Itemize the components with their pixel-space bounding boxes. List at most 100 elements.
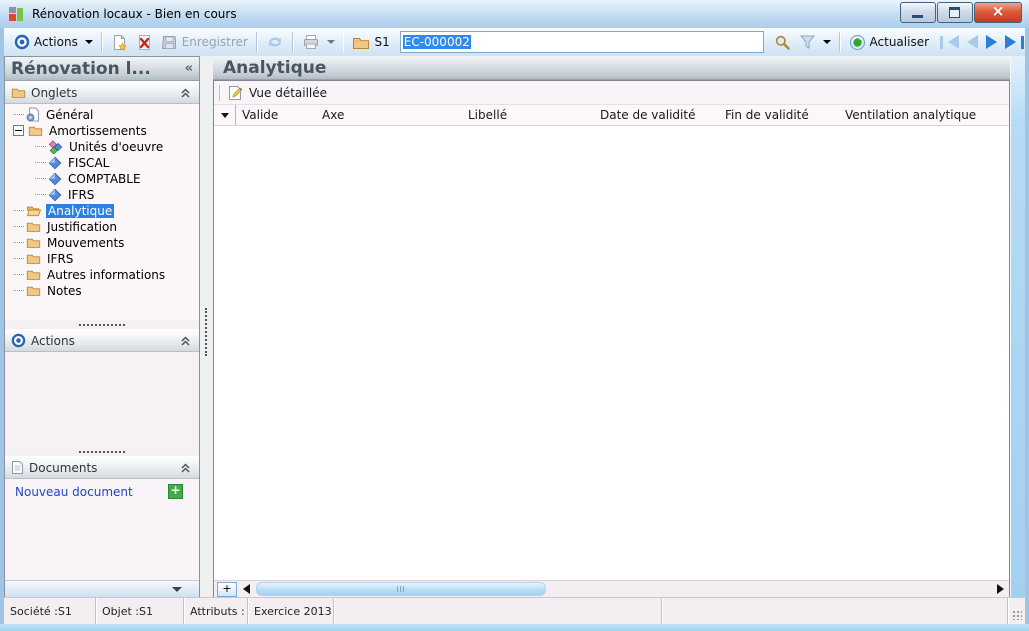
folder-icon: [28, 124, 43, 137]
collapse-section-icon[interactable]: [179, 461, 192, 474]
window-border: [1025, 28, 1029, 631]
actualiser-label: Actualiser: [869, 35, 930, 49]
window-border: [0, 624, 1029, 631]
panel-splitter[interactable]: [5, 319, 199, 330]
left-panel-header: Rénovation l...: [5, 57, 199, 82]
section-header-actions[interactable]: Actions: [5, 329, 199, 352]
scrollbar-thumb[interactable]: [256, 582, 546, 596]
previous-record-button[interactable]: [963, 35, 982, 49]
delete-record-button[interactable]: [132, 32, 157, 53]
column-header-axe[interactable]: Axe: [316, 105, 462, 125]
add-document-button[interactable]: [168, 484, 183, 500]
tree-guide: [35, 161, 46, 164]
tree-item-label: Autres informations: [47, 267, 166, 282]
window-border: [0, 28, 4, 631]
tree-item-fiscal[interactable]: FISCAL: [5, 155, 199, 171]
folder-open-icon: [26, 204, 42, 217]
column-header-ventilation-analytique[interactable]: Ventilation analytique: [839, 105, 1009, 125]
page-title: Analytique: [223, 57, 327, 78]
column-header-date-de-validit-[interactable]: Date de validité: [594, 105, 719, 125]
add-row-button[interactable]: [217, 581, 237, 597]
separator: [342, 32, 345, 52]
scroll-left-button[interactable]: [243, 584, 250, 594]
tree-item-unit-s-d-oeuvre[interactable]: Unités d'oeuvre: [5, 139, 199, 155]
separator: [100, 32, 103, 52]
diamond-icon: [48, 156, 62, 170]
panel-overflow-bar[interactable]: [5, 580, 199, 597]
tree-item-comptable[interactable]: COMPTABLE: [5, 171, 199, 187]
scroll-right-button[interactable]: [997, 584, 1004, 594]
tree-item-label: Général: [46, 107, 94, 122]
collapse-panel-icon[interactable]: [185, 61, 193, 76]
dossier-button[interactable]: S1: [348, 33, 393, 52]
next-record-button[interactable]: [982, 35, 1001, 49]
column-chooser-button[interactable]: [214, 105, 236, 125]
dossier-label: S1: [374, 35, 390, 49]
vertical-splitter[interactable]: [200, 56, 213, 598]
separator: [838, 32, 841, 52]
new-record-button[interactable]: [107, 32, 132, 53]
section-header-documents[interactable]: Documents: [5, 456, 199, 479]
tree-guide: [35, 177, 46, 180]
section-label-documents: Documents: [29, 460, 98, 475]
print-button[interactable]: [298, 32, 339, 52]
collapse-node-icon[interactable]: [13, 125, 24, 137]
close-button[interactable]: [974, 2, 1022, 23]
column-header-libell-[interactable]: Libellé: [462, 105, 594, 125]
new-document-icon: [111, 34, 128, 51]
detail-view-button[interactable]: Vue détaillée: [249, 86, 327, 100]
tree-item-label: Mouvements: [47, 235, 125, 250]
collapse-section-icon[interactable]: [179, 334, 192, 347]
actualiser-button[interactable]: Actualiser: [845, 32, 934, 53]
delete-icon: [136, 34, 153, 51]
vertical-scrollbar[interactable]: [1010, 56, 1025, 598]
tree-item-label: Unités d'oeuvre: [69, 139, 164, 154]
last-record-button[interactable]: [1001, 35, 1025, 49]
tree-item-label: Analytique: [46, 203, 115, 218]
actions-menu-button[interactable]: Actions: [10, 32, 97, 52]
search-button[interactable]: [770, 32, 795, 53]
tree-item-mouvements[interactable]: Mouvements: [5, 235, 199, 251]
filter-funnel-icon: [799, 34, 816, 50]
tree-item-justification[interactable]: Justification: [5, 219, 199, 235]
separator: [255, 32, 258, 52]
folder-icon: [26, 284, 41, 297]
app-window: Rénovation locaux - Bien en cours Action…: [0, 0, 1029, 631]
tree-item-label: IFRS: [47, 251, 74, 266]
tree-item-amortissements[interactable]: Amortissements: [5, 123, 199, 139]
tree-item-g-n-ral[interactable]: Général: [5, 107, 199, 123]
diamonds-icon: [48, 140, 63, 154]
collapse-section-icon[interactable]: [179, 86, 192, 99]
reload-button[interactable]: [262, 32, 288, 52]
folder-icon: [11, 86, 26, 99]
section-header-onglets[interactable]: Onglets: [5, 81, 199, 104]
status-cell-1: Objet :S1: [96, 598, 184, 624]
column-header-valide[interactable]: Valide: [236, 105, 316, 125]
first-record-button[interactable]: [939, 35, 963, 49]
folder-icon: [26, 220, 41, 233]
detail-view-icon: [227, 85, 243, 101]
toolbar-grip[interactable]: [219, 84, 221, 101]
main-toolbar: Actions Enregistrer S1 EC-000002 Actuali…: [4, 28, 1025, 57]
tree-item-label: Notes: [47, 283, 82, 298]
separator: [291, 32, 294, 52]
tree-item-ifrs[interactable]: IFRS: [5, 251, 199, 267]
tree-item-label: FISCAL: [68, 155, 110, 170]
filter-button[interactable]: [795, 32, 835, 52]
column-header-fin-de-validit-[interactable]: Fin de validité: [719, 105, 839, 125]
save-button[interactable]: Enregistrer: [157, 32, 252, 53]
new-document-link[interactable]: Nouveau document: [15, 485, 133, 499]
resize-grip[interactable]: [1008, 598, 1025, 624]
main-area: Analytique Vue détaillée Valide Axe Libell…: [213, 56, 1010, 598]
record-id-input[interactable]: EC-000002: [399, 31, 764, 53]
maximize-button[interactable]: [937, 2, 973, 23]
tree-item-autres-informations[interactable]: Autres informations: [5, 267, 199, 283]
minimize-button[interactable]: [900, 2, 936, 23]
tree-item-ifrs[interactable]: IFRS: [5, 187, 199, 203]
document-icon: [11, 460, 24, 475]
actions-menu-label: Actions: [34, 35, 78, 49]
tree-item-analytique[interactable]: Analytique: [5, 203, 199, 219]
grid-body[interactable]: [214, 126, 1009, 580]
panel-splitter[interactable]: [5, 446, 199, 457]
tree-item-notes[interactable]: Notes: [5, 283, 199, 299]
